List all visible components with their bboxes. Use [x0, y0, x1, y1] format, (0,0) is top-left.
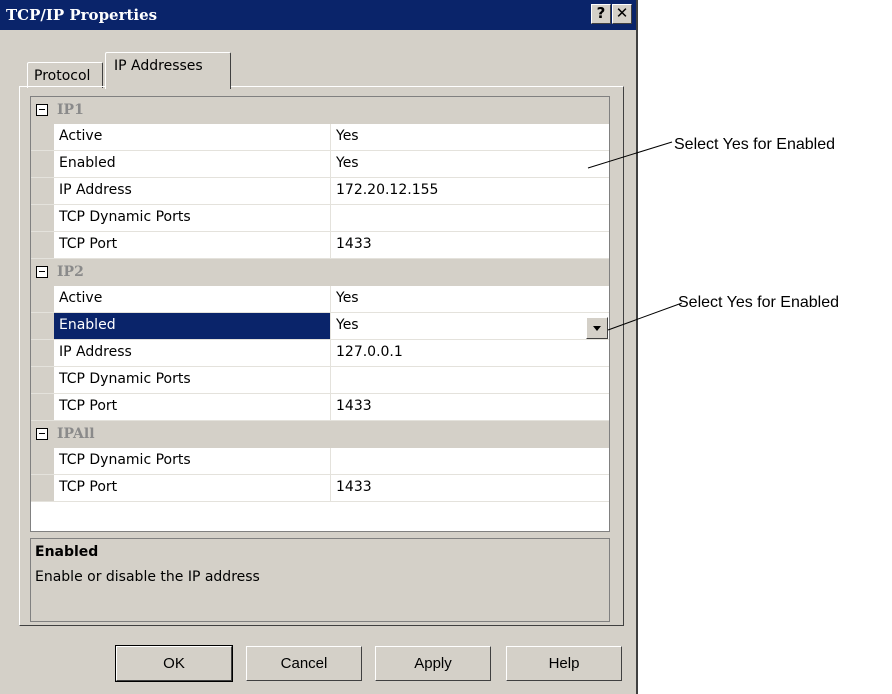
grid-row[interactable]: IP Address 127.0.0.1: [31, 340, 609, 367]
callout-leader-line-2: [607, 302, 683, 331]
category-label: IP2: [57, 264, 84, 280]
property-value-select[interactable]: Yes: [332, 313, 609, 339]
property-value[interactable]: Yes: [332, 124, 609, 150]
ok-button[interactable]: OK: [115, 645, 233, 682]
category-label: IP1: [57, 102, 84, 118]
property-value[interactable]: 1433: [332, 232, 609, 258]
description-text: Enable or disable the IP address: [35, 569, 260, 585]
category-label: IPAll: [57, 426, 95, 442]
apply-button[interactable]: Apply: [375, 646, 491, 681]
collapse-icon[interactable]: [36, 104, 48, 116]
property-name: TCP Port: [54, 394, 331, 420]
grid-row-selected[interactable]: Enabled Yes: [31, 313, 609, 340]
property-value[interactable]: Yes: [332, 286, 609, 312]
property-name: TCP Port: [54, 232, 331, 258]
callout-leader-line-1: [587, 141, 673, 169]
property-name: TCP Port: [54, 475, 331, 501]
tab-ip-addresses[interactable]: IP Addresses: [105, 52, 231, 89]
grid-row[interactable]: IP Address 172.20.12.155: [31, 178, 609, 205]
tcpip-properties-dialog: TCP/IP Properties ? ✕ Protocol IP Addres…: [0, 0, 638, 694]
callout-label-1: Select Yes for Enabled: [674, 136, 836, 153]
grid-row[interactable]: Active Yes: [31, 124, 609, 151]
window-title: TCP/IP Properties: [6, 6, 158, 24]
property-value[interactable]: [332, 205, 609, 231]
grid-row[interactable]: TCP Port 1433: [31, 475, 609, 502]
property-name: IP Address: [54, 178, 331, 204]
property-name: Active: [54, 286, 331, 312]
property-value[interactable]: 1433: [332, 475, 609, 501]
grid-row[interactable]: Enabled Yes: [31, 151, 609, 178]
grid-row[interactable]: TCP Port 1433: [31, 394, 609, 421]
close-button[interactable]: ✕: [612, 4, 632, 24]
grid-row[interactable]: TCP Port 1433: [31, 232, 609, 259]
category-ipall[interactable]: IPAll: [31, 421, 609, 448]
property-grid[interactable]: IP1 Active Yes Enabled Yes IP Address 17…: [30, 96, 610, 532]
cancel-button[interactable]: Cancel: [246, 646, 362, 681]
collapse-icon[interactable]: [36, 266, 48, 278]
grid-row[interactable]: Active Yes: [31, 286, 609, 313]
tab-protocol[interactable]: Protocol: [27, 62, 103, 88]
title-bar[interactable]: TCP/IP Properties ? ✕: [0, 0, 636, 30]
property-value[interactable]: 172.20.12.155: [332, 178, 609, 204]
property-name: TCP Dynamic Ports: [54, 448, 331, 474]
category-ip2[interactable]: IP2: [31, 259, 609, 286]
property-name: TCP Dynamic Ports: [54, 205, 331, 231]
help-button[interactable]: Help: [506, 646, 622, 681]
property-name: Enabled: [54, 151, 331, 177]
category-ip1[interactable]: IP1: [31, 97, 609, 124]
property-name: TCP Dynamic Ports: [54, 367, 331, 393]
grid-row[interactable]: TCP Dynamic Ports: [31, 448, 609, 475]
property-value[interactable]: 127.0.0.1: [332, 340, 609, 366]
property-name: Active: [54, 124, 331, 150]
property-name: IP Address: [54, 340, 331, 366]
description-title: Enabled: [35, 544, 99, 560]
description-panel: Enabled Enable or disable the IP address: [30, 538, 610, 622]
grid-row[interactable]: TCP Dynamic Ports: [31, 367, 609, 394]
grid-row[interactable]: TCP Dynamic Ports: [31, 205, 609, 232]
property-value[interactable]: [332, 448, 609, 474]
collapse-icon[interactable]: [36, 428, 48, 440]
callout-label-2: Select Yes for Enabled: [678, 294, 840, 311]
help-title-button[interactable]: ?: [591, 4, 611, 24]
property-value[interactable]: 1433: [332, 394, 609, 420]
property-value[interactable]: [332, 367, 609, 393]
property-name: Enabled: [54, 313, 331, 339]
property-value[interactable]: Yes: [332, 151, 609, 177]
